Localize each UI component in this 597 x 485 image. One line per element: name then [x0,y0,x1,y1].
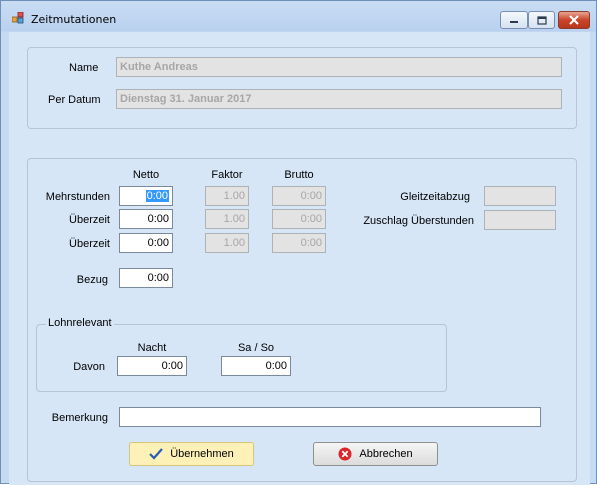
row-mehrstunden-label: Mehrstunden [45,191,110,203]
maximize-icon [536,15,547,25]
close-button[interactable] [558,11,590,29]
saso-label: Sa / So [237,342,275,354]
column-netto: Netto [132,169,160,181]
row-ueberzeit-2-label: Überzeit [69,238,110,250]
row-ueberzeit-1-label: Überzeit [69,214,110,226]
app-icon [11,11,24,24]
davon-label: Davon [73,361,105,373]
bezug-input[interactable]: 0:00 [119,268,173,288]
saso-input[interactable]: 0:00 [221,356,291,376]
mehrstunden-netto-value: 0:00 [145,190,169,202]
title-bar[interactable]: Zeitmutationen [1,1,596,31]
cancel-x-icon [338,447,352,461]
bezug-label: Bezug [76,274,108,286]
date-label: Per Datum [48,94,101,106]
mehrstunden-brutto-field[interactable]: 0:00 [272,186,326,206]
ueberzeit-2-netto-input[interactable]: 0:00 [119,233,173,253]
ueberzeit-1-faktor-field[interactable]: 1.00 [205,209,249,229]
minimize-icon [510,21,518,23]
window-title: Zeitmutationen [31,13,117,26]
cancel-button[interactable]: Abbrechen [313,442,438,466]
minimize-button[interactable] [500,11,528,29]
hours-group: Netto Faktor Brutto Mehrstunden 0:00 1.0… [27,158,577,482]
date-field[interactable]: Dienstag 31. Januar 2017 [116,89,562,109]
header-group: Name Kuthe Andreas Per Datum Dienstag 31… [27,47,577,129]
dialog-window: Zeitmutationen Name Kuthe Andreas Per Da… [0,0,597,485]
ok-button[interactable]: Übernehmen [129,442,254,466]
nacht-label: Nacht [137,342,167,354]
lohnrelevant-group: Lohnrelevant Nacht Sa / So Davon 0:00 0:… [36,317,447,392]
ueberzeit-2-faktor-field[interactable]: 1.00 [205,233,249,253]
ok-button-label: Übernehmen [170,448,234,460]
bemerkung-label: Bemerkung [51,412,108,424]
cancel-button-label: Abbrechen [359,448,413,460]
dialog-client-area: Name Kuthe Andreas Per Datum Dienstag 31… [9,32,590,485]
ueberzeit-1-netto-input[interactable]: 0:00 [119,209,173,229]
name-field[interactable]: Kuthe Andreas [116,57,562,77]
zuschlag-ueberstunden-label: Zuschlag Überstunden [363,215,474,227]
mehrstunden-netto-input[interactable]: 0:00 [119,186,173,206]
zuschlag-ueberstunden-field[interactable] [484,210,556,230]
name-label: Name [69,62,99,74]
maximize-button[interactable] [528,11,555,29]
gleitzeitabzug-field[interactable] [484,186,556,206]
mehrstunden-faktor-field[interactable]: 1.00 [205,186,249,206]
gleitzeitabzug-label: Gleitzeitabzug [400,191,470,203]
nacht-input[interactable]: 0:00 [117,356,187,376]
bemerkung-input[interactable] [119,407,541,427]
close-icon [569,15,579,25]
ueberzeit-2-brutto-field[interactable]: 0:00 [272,233,326,253]
column-brutto: Brutto [284,169,314,181]
ueberzeit-1-brutto-field[interactable]: 0:00 [272,209,326,229]
lohnrelevant-title: Lohnrelevant [46,317,114,329]
column-faktor: Faktor [211,169,243,181]
checkmark-icon [149,448,164,460]
